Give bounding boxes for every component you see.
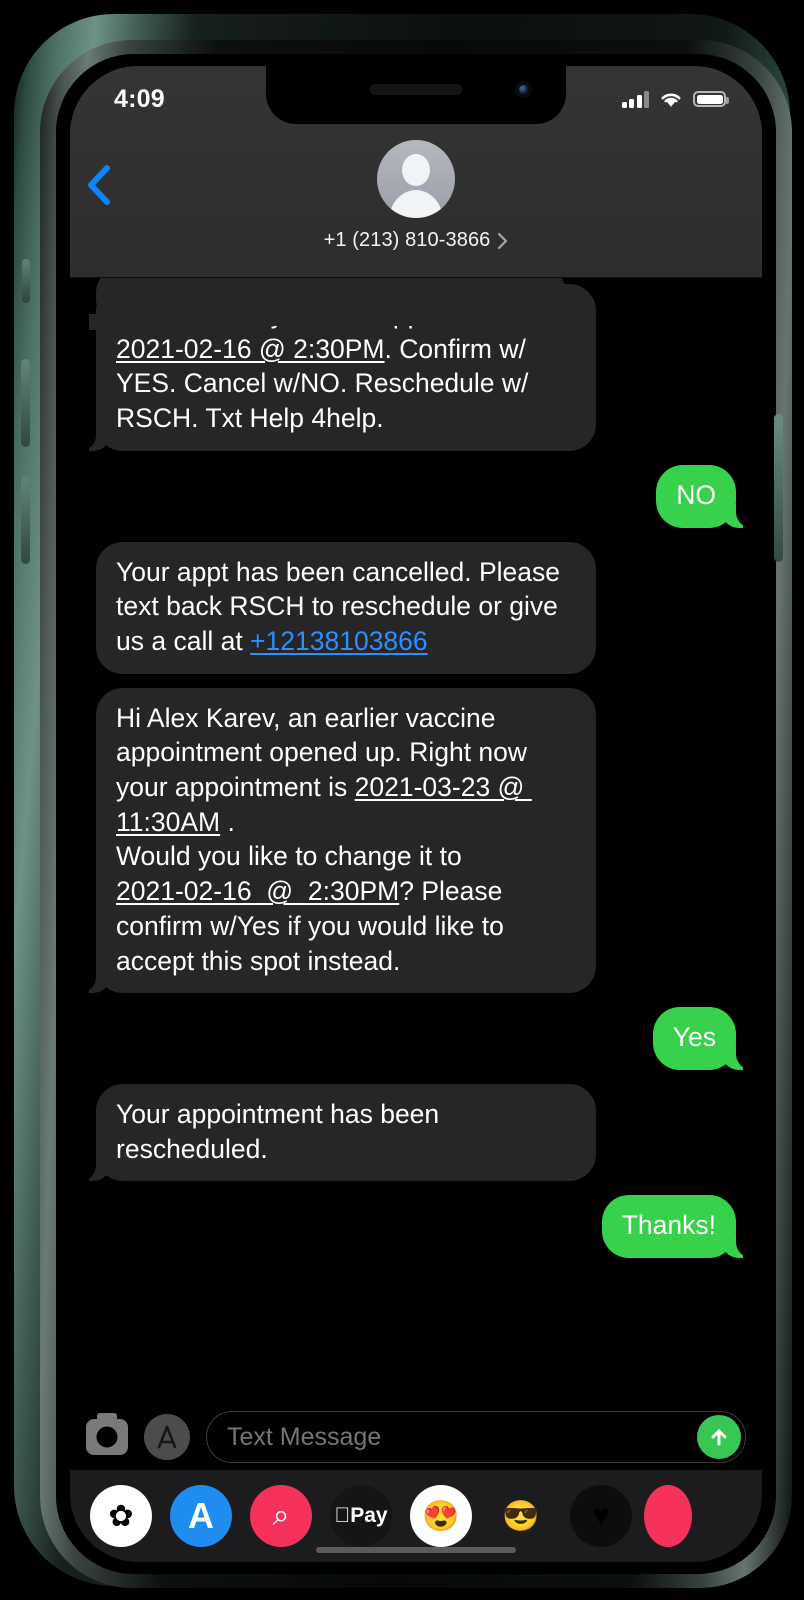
app-store-app-icon[interactable]: A bbox=[170, 1485, 232, 1547]
text-message-input[interactable]: Text Message bbox=[206, 1411, 746, 1463]
health-app-icon[interactable]: ♥ bbox=[570, 1485, 632, 1547]
send-arrow-up-icon[interactable] bbox=[697, 1415, 741, 1459]
status-time: 4:09 bbox=[114, 84, 165, 113]
images-search-app-icon[interactable]: ⌕ bbox=[250, 1485, 312, 1547]
memoji-app-icon[interactable]: 😎 bbox=[490, 1485, 552, 1547]
phone-device-shell: 4:09 +1 (213) 810-3866 2021-02-16 @ 2:30… bbox=[14, 14, 792, 1588]
message-row: Your appt has been cancelled. Please tex… bbox=[96, 541, 736, 674]
date-detector-link[interactable]: 2021-02-16 @ 2:30PM bbox=[116, 876, 399, 906]
imessage-appstore-icon[interactable] bbox=[144, 1414, 190, 1460]
volume-down-button[interactable] bbox=[21, 476, 30, 564]
home-indicator[interactable] bbox=[316, 1547, 516, 1553]
contact-detail-button[interactable]: +1 (213) 810-3866 bbox=[70, 229, 762, 252]
message-row: Hi Alex Karev, an earlier vaccine appoin… bbox=[79, 687, 736, 994]
incoming-message-bubble[interactable]: Your appointment has been rescheduled. bbox=[79, 1083, 596, 1182]
phone-number-link[interactable]: +12138103866 bbox=[250, 626, 428, 656]
outgoing-message-bubble[interactable]: Yes bbox=[652, 1007, 754, 1070]
message-row: NO bbox=[96, 464, 753, 528]
memoji-sticker-app-icon[interactable]: 😍 bbox=[410, 1485, 472, 1547]
date-detector-link[interactable]: 2021-02-16 @ 2:30PM bbox=[116, 334, 385, 364]
text-message-placeholder: Text Message bbox=[227, 1422, 382, 1451]
default-contact-avatar[interactable] bbox=[377, 140, 455, 218]
outgoing-message-bubble[interactable]: NO bbox=[656, 464, 753, 528]
outgoing-message-bubble[interactable]: Thanks! bbox=[601, 1195, 754, 1259]
contact-phone-number: +1 (213) 810-3866 bbox=[323, 229, 491, 251]
date-detector-link[interactable]: 2021-03-23 @ 11:30AM bbox=[116, 772, 532, 837]
back-chevron-icon[interactable] bbox=[86, 164, 112, 205]
photos-app-icon[interactable]: ✿ bbox=[90, 1485, 152, 1547]
earpiece-speaker bbox=[370, 84, 462, 95]
incoming-message-bubble[interactable]: Hi Alex Karev, an earlier vaccine appoin… bbox=[79, 687, 596, 994]
camera-icon[interactable] bbox=[86, 1413, 128, 1455]
silence-switch-button[interactable] bbox=[22, 259, 30, 303]
cellular-bars-icon bbox=[621, 90, 649, 108]
battery-full-icon bbox=[693, 91, 729, 107]
incoming-message-bubble[interactable]: Your appt has been cancelled. Please tex… bbox=[96, 541, 596, 674]
display-notch bbox=[266, 66, 566, 124]
message-row: Thanks! bbox=[96, 1195, 754, 1259]
apple-pay-app-icon[interactable]: Pay bbox=[330, 1485, 392, 1547]
volume-up-button[interactable] bbox=[21, 359, 30, 447]
message-row: Yes bbox=[96, 1007, 754, 1070]
side-power-button[interactable] bbox=[774, 414, 783, 562]
wifi-icon bbox=[661, 93, 681, 107]
front-camera bbox=[515, 81, 532, 98]
phone-screen: 4:09 +1 (213) 810-3866 2021-02-16 @ 2:30… bbox=[70, 66, 762, 1562]
message-row: Your appointment has been rescheduled. bbox=[79, 1083, 736, 1182]
chevron-right-icon bbox=[498, 232, 508, 249]
message-input-bar: Text Message bbox=[70, 1404, 762, 1470]
next-app-icon-partial[interactable] bbox=[643, 1485, 692, 1547]
